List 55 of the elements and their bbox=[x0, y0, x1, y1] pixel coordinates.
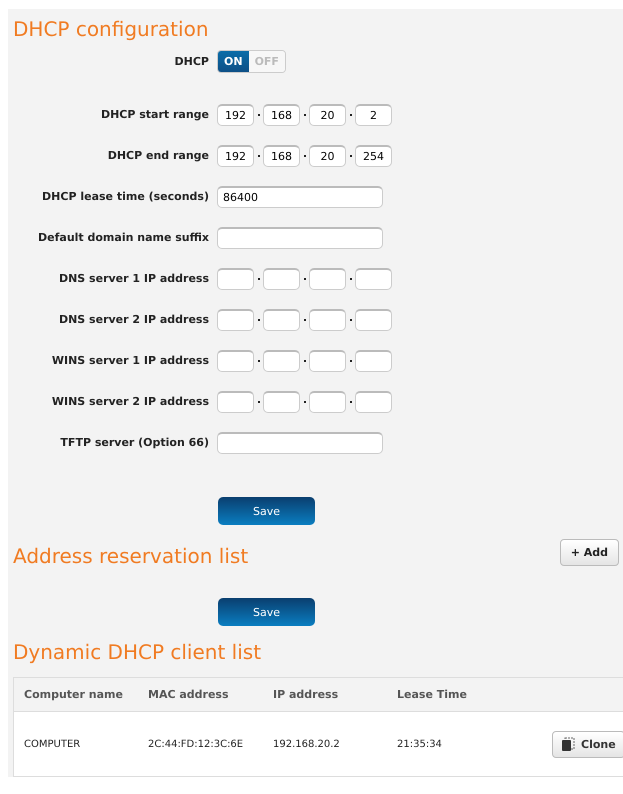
octet-field[interactable] bbox=[309, 350, 346, 372]
octet-field[interactable] bbox=[263, 308, 300, 330]
octet-field[interactable] bbox=[355, 268, 392, 290]
octet-field[interactable] bbox=[217, 308, 254, 330]
field-label: DHCP bbox=[174, 55, 209, 68]
field-label: WINS server 1 IP address bbox=[50, 354, 209, 367]
octet-field[interactable] bbox=[355, 390, 392, 412]
input-field[interactable] bbox=[217, 432, 383, 454]
table-cell-text: 192.168.20.2 bbox=[272, 738, 341, 750]
input-field[interactable] bbox=[217, 226, 383, 248]
column-header: IP address bbox=[272, 688, 340, 701]
column-header: Computer name bbox=[23, 688, 124, 701]
table-cell-text: COMPUTER bbox=[23, 738, 82, 750]
octet-field[interactable] bbox=[217, 268, 254, 290]
octet-field[interactable] bbox=[355, 308, 392, 330]
octet-field[interactable] bbox=[355, 350, 392, 372]
field-label: DHCP end range bbox=[106, 149, 209, 162]
octet-field[interactable] bbox=[217, 350, 254, 372]
field-label: Default domain name suffix bbox=[37, 231, 209, 244]
octet-field[interactable] bbox=[309, 268, 346, 290]
table-cell-text: 21:35:34 bbox=[396, 738, 443, 750]
field-label: DHCP lease time (seconds) bbox=[41, 190, 209, 203]
field-label: TFTP server (Option 66) bbox=[59, 436, 209, 449]
on-option[interactable]: ON bbox=[218, 51, 249, 72]
octet-field[interactable] bbox=[309, 390, 346, 412]
column-header: MAC address bbox=[147, 688, 230, 701]
octet-field[interactable]: 254 bbox=[355, 144, 392, 166]
field-label: DNS server 1 IP address bbox=[58, 272, 209, 285]
octet-field[interactable] bbox=[309, 308, 346, 330]
section-heading: Dynamic DHCP client list bbox=[13, 640, 262, 664]
save-button[interactable]: Save bbox=[218, 497, 315, 525]
octet-field[interactable]: 2 bbox=[355, 104, 392, 126]
octet-field[interactable] bbox=[217, 390, 254, 412]
copy-icon bbox=[561, 737, 575, 751]
add-button[interactable]: + Add bbox=[560, 539, 619, 566]
field-label: DNS server 2 IP address bbox=[58, 313, 209, 326]
dhcp-toggle[interactable]: ON OFF bbox=[217, 50, 286, 73]
octet-field[interactable]: 20 bbox=[309, 144, 346, 166]
section-heading: Address reservation list bbox=[13, 544, 248, 568]
field-label: WINS server 2 IP address bbox=[50, 395, 209, 408]
input-field[interactable]: 86400 bbox=[217, 186, 383, 208]
octet-field[interactable]: 168 bbox=[263, 144, 300, 166]
octet-field[interactable] bbox=[263, 350, 300, 372]
octet-field[interactable]: 168 bbox=[263, 104, 300, 126]
column-header: Lease Time bbox=[396, 688, 468, 701]
section-heading: DHCP configuration bbox=[13, 17, 210, 41]
octet-field[interactable] bbox=[263, 390, 300, 412]
table-cell-text: 2C:44:FD:12:3C:6E bbox=[147, 738, 244, 750]
save-button[interactable]: Save bbox=[218, 598, 315, 626]
octet-field[interactable]: 20 bbox=[309, 104, 346, 126]
octet-field[interactable]: 192 bbox=[217, 144, 254, 166]
clone-button[interactable]: Clone bbox=[552, 730, 623, 758]
octet-field[interactable]: 192 bbox=[217, 104, 254, 126]
field-label: DHCP start range bbox=[100, 108, 209, 121]
octet-field[interactable] bbox=[263, 268, 300, 290]
